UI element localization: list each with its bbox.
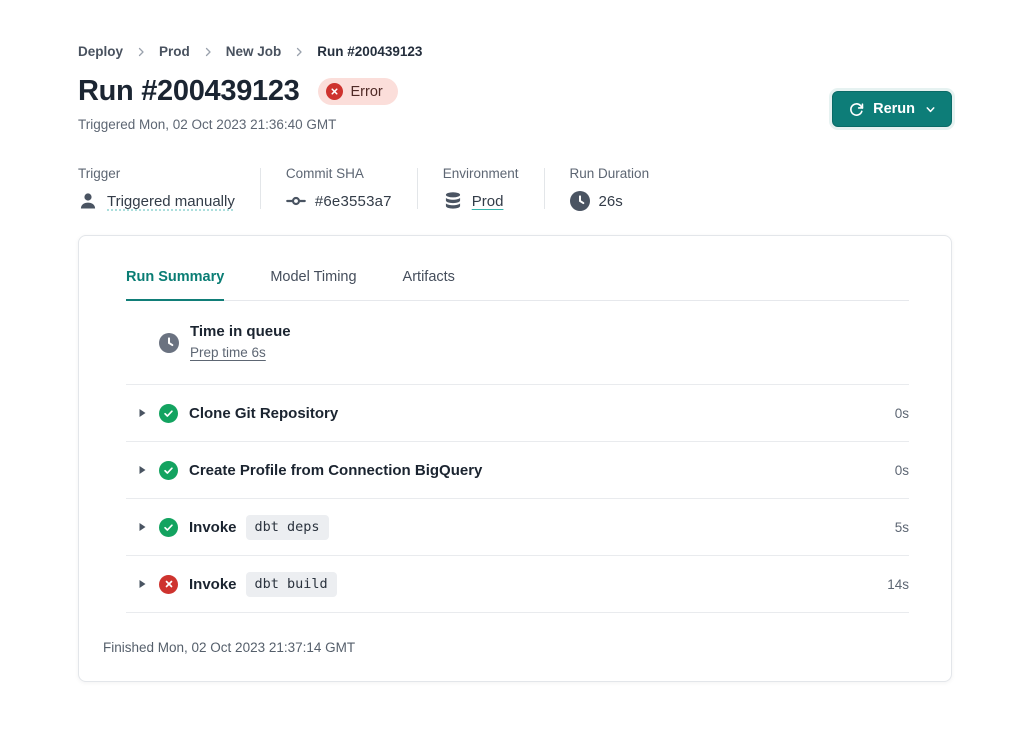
clock-icon bbox=[159, 333, 179, 353]
step-title: Invoke bbox=[189, 519, 237, 536]
run-meta-row: Trigger Triggered manually Commit SHA #6… bbox=[78, 166, 952, 211]
tab-artifacts[interactable]: Artifacts bbox=[403, 269, 455, 300]
tab-bar: Run Summary Model Timing Artifacts bbox=[126, 236, 909, 301]
refresh-icon bbox=[849, 102, 864, 117]
database-icon bbox=[443, 191, 463, 211]
step-row-dbt-deps[interactable]: Invoke dbt deps 5s bbox=[126, 499, 909, 556]
step-row-dbt-build[interactable]: Invoke dbt build 14s bbox=[126, 556, 909, 613]
meta-environment-label: Environment bbox=[443, 166, 519, 181]
run-summary-card: Run Summary Model Timing Artifacts Time … bbox=[78, 235, 952, 682]
rerun-button-label: Rerun bbox=[873, 101, 915, 117]
clock-icon bbox=[570, 191, 590, 211]
trigger-value[interactable]: Triggered manually bbox=[107, 193, 235, 210]
chevron-right-icon bbox=[293, 46, 305, 58]
step-duration: 14s bbox=[887, 577, 909, 592]
breadcrumb-new-job[interactable]: New Job bbox=[226, 44, 282, 59]
success-check-icon bbox=[159, 518, 178, 537]
step-duration: 0s bbox=[895, 463, 909, 478]
expand-caret-icon[interactable] bbox=[136, 520, 148, 534]
person-icon bbox=[78, 191, 98, 211]
command-chip: dbt build bbox=[246, 572, 337, 597]
run-detail-page: Deploy Prod New Job Run #200439123 Run #… bbox=[0, 0, 1030, 730]
commit-sha-value: #6e3553a7 bbox=[315, 193, 392, 210]
git-commit-icon bbox=[286, 191, 306, 211]
finished-timestamp: Finished Mon, 02 Oct 2023 21:37:14 GMT bbox=[79, 613, 951, 681]
environment-link[interactable]: Prod bbox=[472, 193, 504, 210]
meta-duration-label: Run Duration bbox=[570, 166, 650, 181]
meta-duration: Run Duration 26s bbox=[545, 166, 675, 211]
queue-title: Time in queue bbox=[190, 323, 291, 340]
step-title: Clone Git Repository bbox=[189, 405, 338, 422]
expand-caret-icon[interactable] bbox=[136, 406, 148, 420]
step-title: Invoke bbox=[189, 576, 237, 593]
breadcrumb-deploy[interactable]: Deploy bbox=[78, 44, 123, 59]
breadcrumb-current-run: Run #200439123 bbox=[317, 44, 422, 59]
chevron-right-icon bbox=[135, 46, 147, 58]
tab-model-timing[interactable]: Model Timing bbox=[270, 269, 356, 300]
rerun-button[interactable]: Rerun bbox=[832, 91, 952, 127]
chevron-down-icon bbox=[924, 103, 937, 116]
meta-commit-label: Commit SHA bbox=[286, 166, 392, 181]
meta-commit: Commit SHA #6e3553a7 bbox=[261, 166, 417, 211]
queue-row: Time in queue Prep time 6s bbox=[126, 301, 909, 385]
error-circle-icon bbox=[159, 575, 178, 594]
step-title: Create Profile from Connection BigQuery bbox=[189, 462, 482, 479]
expand-caret-icon[interactable] bbox=[136, 463, 148, 477]
step-row-clone-git[interactable]: Clone Git Repository 0s bbox=[126, 385, 909, 442]
meta-trigger: Trigger Triggered manually bbox=[78, 166, 260, 211]
expand-caret-icon[interactable] bbox=[136, 577, 148, 591]
triggered-timestamp: Triggered Mon, 02 Oct 2023 21:36:40 GMT bbox=[78, 117, 952, 132]
step-duration: 5s bbox=[895, 520, 909, 535]
command-chip: dbt deps bbox=[246, 515, 329, 540]
header-row: Run #200439123 Error bbox=[78, 75, 952, 108]
success-check-icon bbox=[159, 461, 178, 480]
tab-run-summary[interactable]: Run Summary bbox=[126, 269, 224, 301]
meta-environment: Environment Prod bbox=[418, 166, 544, 211]
breadcrumb-prod[interactable]: Prod bbox=[159, 44, 190, 59]
step-duration: 0s bbox=[895, 406, 909, 421]
success-check-icon bbox=[159, 404, 178, 423]
status-badge-label: Error bbox=[351, 84, 383, 100]
run-duration-value: 26s bbox=[599, 193, 623, 210]
error-circle-icon bbox=[326, 83, 343, 100]
step-row-create-profile[interactable]: Create Profile from Connection BigQuery … bbox=[126, 442, 909, 499]
page-title: Run #200439123 bbox=[78, 75, 300, 108]
prep-time-link[interactable]: Prep time 6s bbox=[190, 345, 266, 360]
chevron-right-icon bbox=[202, 46, 214, 58]
status-badge: Error bbox=[318, 78, 398, 105]
meta-trigger-label: Trigger bbox=[78, 166, 235, 181]
breadcrumb: Deploy Prod New Job Run #200439123 bbox=[78, 0, 952, 59]
